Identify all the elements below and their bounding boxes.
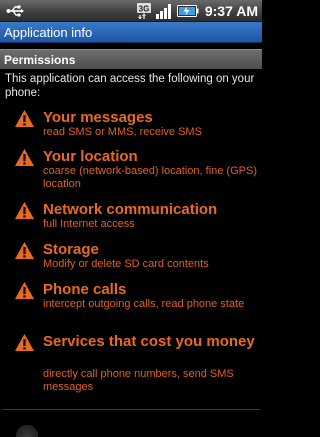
network-badge-text: 3G <box>138 5 149 14</box>
warning-icon <box>15 282 34 299</box>
permission-title: Your messages <box>43 109 153 126</box>
battery-icon <box>176 5 199 17</box>
warning-icon <box>15 202 34 219</box>
network-3g-icon: 3G <box>136 3 151 19</box>
page-title: Application info <box>0 22 262 43</box>
permissions-intro: This application can access the followin… <box>5 73 255 99</box>
permission-title: Phone calls <box>43 281 127 298</box>
permission-title: Your location <box>43 148 138 165</box>
permission-title: Network communication <box>43 201 218 218</box>
warning-icon <box>15 242 34 259</box>
permission-description: Modify or delete SD card contents <box>43 258 209 270</box>
permission-title: Services that cost you money <box>43 333 255 350</box>
warning-icon <box>15 149 34 166</box>
permission-title: Storage <box>43 241 99 258</box>
signal-bars-icon <box>155 4 171 19</box>
warning-icon <box>15 110 34 127</box>
bottom-button-partial[interactable] <box>16 425 38 437</box>
divider <box>2 409 260 410</box>
permission-description: intercept outgoing calls, read phone sta… <box>43 298 245 310</box>
permission-description: coarse (network-based) location, fine (G… <box>43 165 257 190</box>
permissions-header: Permissions <box>0 49 262 69</box>
clock: 9:37 AM <box>204 3 258 19</box>
permission-description: read SMS or MMS, receive SMS <box>43 126 202 138</box>
usb-icon <box>6 5 24 17</box>
status-bar: 3G 9:37 AM <box>0 0 262 22</box>
permission-description: directly call phone numbers, send SMS me… <box>43 368 234 393</box>
permission-description: full Internet access <box>43 218 135 230</box>
warning-icon <box>15 334 34 351</box>
